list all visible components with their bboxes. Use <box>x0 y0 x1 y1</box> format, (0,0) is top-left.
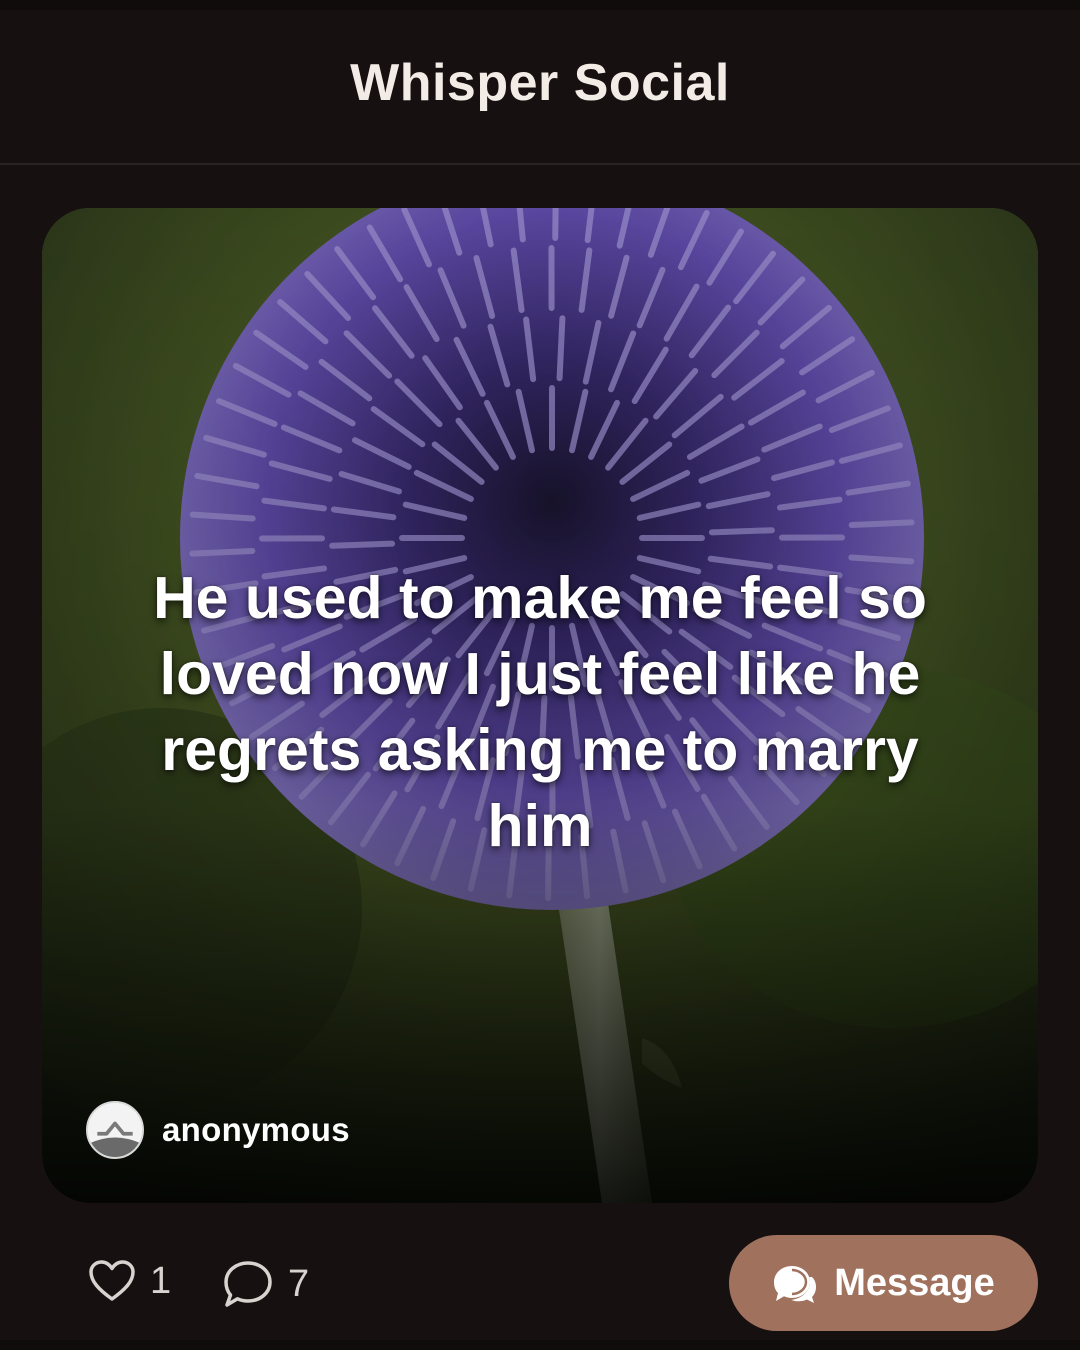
author-name: anonymous <box>162 1111 350 1148</box>
heart-icon <box>89 1260 135 1301</box>
post-actions-bar: 1 7 Message <box>0 1215 1080 1345</box>
app-header: Whisper Social <box>0 10 1080 165</box>
comment-count: 7 <box>288 1262 310 1305</box>
message-button[interactable]: Message <box>729 1235 1038 1331</box>
status-strip <box>0 0 1080 10</box>
bottom-strip <box>0 1340 1080 1350</box>
post-card[interactable]: He used to make me feel so loved now I j… <box>42 208 1038 1203</box>
app-screen: Whisper Social He used to make me feel s… <box>0 0 1080 1350</box>
anonymous-avatar-icon <box>86 1101 144 1159</box>
message-button-label: Message <box>834 1261 995 1304</box>
comment-bubble-icon <box>224 1261 272 1307</box>
like-button[interactable]: 1 <box>88 1259 171 1303</box>
app-title: Whisper Social <box>350 53 730 112</box>
post-author[interactable]: anonymous <box>86 1101 350 1159</box>
like-count: 1 <box>150 1259 172 1302</box>
comment-button[interactable]: 7 <box>222 1259 309 1309</box>
post-text: He used to make me feel so loved now I j… <box>153 565 927 859</box>
chat-bubbles-icon <box>774 1266 817 1303</box>
